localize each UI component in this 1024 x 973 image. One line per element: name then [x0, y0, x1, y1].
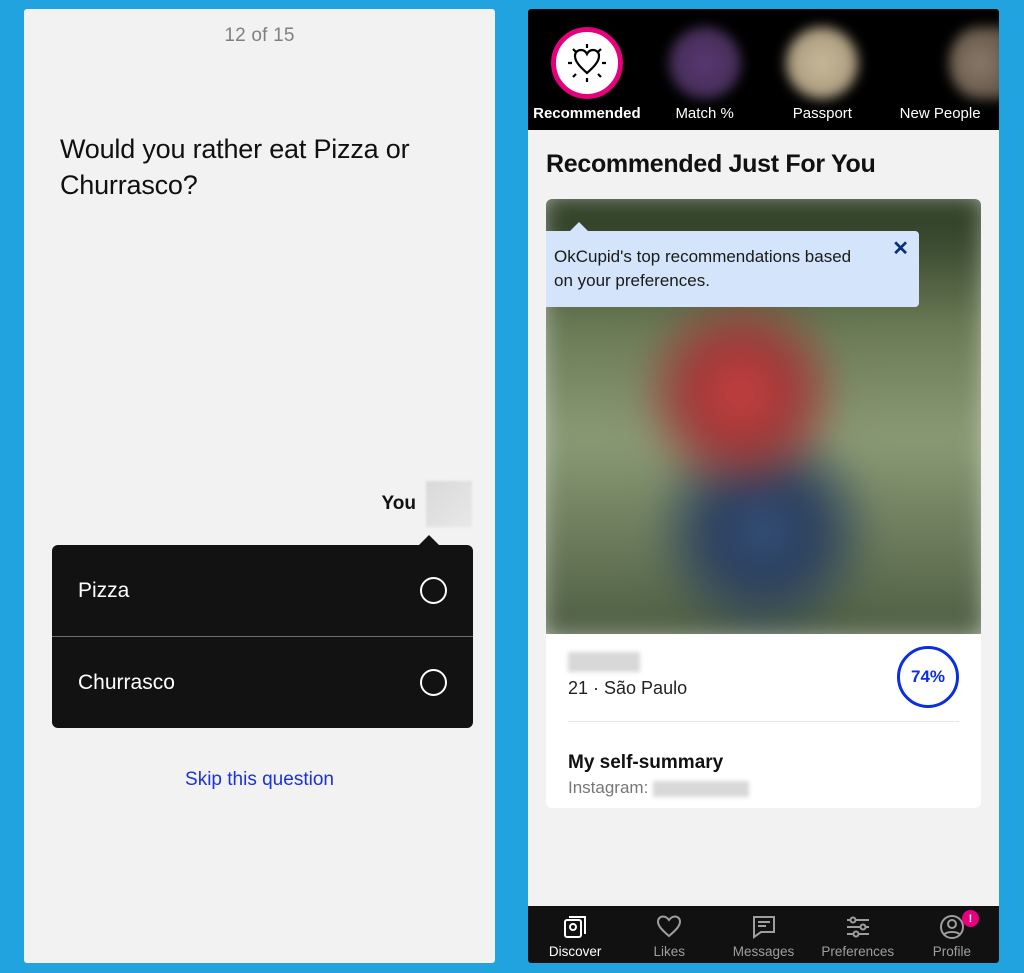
nav-label: Preferences — [821, 944, 894, 959]
nav-preferences[interactable]: Preferences — [811, 912, 905, 959]
redacted-text — [653, 781, 749, 797]
profile-card[interactable]: OkCupid's top recommendations based on y… — [546, 199, 981, 808]
you-label: You — [382, 493, 416, 515]
section-title: Recommended Just For You — [546, 150, 981, 179]
self-summary-text: Instagram: — [546, 778, 981, 808]
answer-option-churrasco[interactable]: Churrasco — [52, 636, 473, 728]
nav-label: Profile — [933, 944, 971, 959]
tab-thumb — [669, 27, 741, 99]
tab-passport[interactable]: Passport — [764, 27, 882, 122]
tab-label: New People — [900, 105, 981, 122]
answer-group: Pizza Churrasco — [52, 545, 473, 728]
user-indicator: You — [382, 481, 472, 527]
tab-new-people[interactable]: New People — [881, 27, 999, 122]
profile-icon — [905, 912, 999, 942]
tab-thumb — [786, 27, 858, 99]
content-area[interactable]: Recommended Just For You OkCupid's top r… — [528, 130, 999, 906]
tooltip-text: OkCupid's top recommendations based on y… — [554, 247, 851, 290]
match-percent-badge: 74% — [897, 646, 959, 708]
tab-label: Match % — [675, 105, 733, 122]
question-screen: 12 of 15 Would you rather eat Pizza or C… — [24, 9, 495, 963]
question-text: Would you rather eat Pizza or Churrasco? — [24, 47, 495, 204]
notification-badge: ! — [962, 910, 979, 927]
radio-icon — [420, 577, 447, 604]
avatar — [426, 481, 472, 527]
tab-match-percent[interactable]: Match % — [646, 27, 764, 122]
nav-profile[interactable]: ! Profile — [905, 912, 999, 959]
self-summary-heading: My self-summary — [546, 734, 981, 778]
skip-question-link[interactable]: Skip this question — [24, 769, 495, 791]
top-tabs: Recommended Match % Passport New People — [528, 9, 999, 130]
nav-messages[interactable]: Messages — [716, 912, 810, 959]
nav-label: Likes — [654, 944, 686, 959]
tab-label: Passport — [793, 105, 852, 122]
bottom-nav: Discover Likes Messages — [528, 906, 999, 963]
divider — [568, 721, 959, 722]
nav-label: Messages — [733, 944, 795, 959]
nav-label: Discover — [549, 944, 602, 959]
tab-thumb — [949, 27, 999, 99]
discover-icon — [528, 912, 622, 942]
message-icon — [716, 912, 810, 942]
answer-label: Churrasco — [78, 671, 175, 695]
tab-label: Recommended — [533, 105, 641, 122]
tab-recommended[interactable]: Recommended — [528, 27, 646, 122]
radio-icon — [420, 669, 447, 696]
discover-screen: Recommended Match % Passport New People … — [528, 9, 999, 963]
answer-option-pizza[interactable]: Pizza — [52, 545, 473, 636]
heart-icon — [622, 912, 716, 942]
answer-label: Pizza — [78, 579, 129, 603]
nav-likes[interactable]: Likes — [622, 912, 716, 959]
nav-discover[interactable]: Discover — [528, 912, 622, 959]
info-tooltip: OkCupid's top recommendations based on y… — [546, 231, 919, 307]
sliders-icon — [811, 912, 905, 942]
progress-counter: 12 of 15 — [24, 9, 495, 47]
recommended-heart-icon — [551, 27, 623, 99]
close-icon[interactable]: ✕ — [892, 239, 909, 259]
profile-card-body: 21 · São Paulo 74% — [546, 634, 981, 734]
profile-name-redacted — [568, 652, 640, 672]
